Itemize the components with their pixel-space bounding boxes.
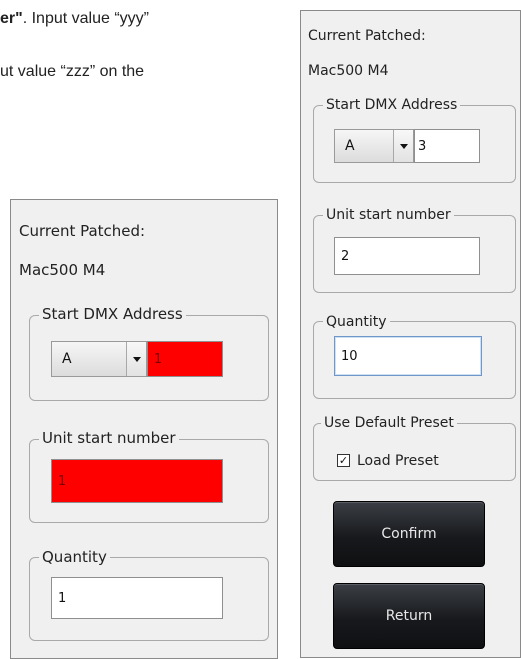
quantity-legend: Quantity — [323, 314, 390, 330]
start-dmx-legend: Start DMX Address — [39, 306, 186, 322]
preset-group — [313, 423, 516, 481]
left-patch-panel: Current Patched: Mac500 M4 Start DMX Add… — [10, 199, 278, 659]
confirm-button[interactable]: Confirm — [333, 501, 485, 567]
doc-text-line-1: er". Input value “yyy” — [0, 10, 149, 28]
universe-select-value: A — [62, 351, 72, 367]
dmx-address-input[interactable]: 1 — [147, 341, 223, 377]
load-preset-label[interactable]: Load Preset — [357, 453, 439, 469]
current-patched-label: Current Patched: — [308, 28, 426, 44]
unit-start-legend: Unit start number — [39, 430, 179, 446]
doc-text-rest: . Input value “yyy” — [22, 10, 149, 27]
return-button[interactable]: Return — [333, 583, 485, 649]
dropdown-arrow-icon[interactable] — [126, 342, 146, 376]
load-preset-checkbox[interactable]: ✓ — [337, 454, 350, 467]
right-patch-panel: Current Patched: Mac500 M4 Start DMX Add… — [300, 10, 521, 658]
quantity-input[interactable]: 10 — [334, 336, 482, 376]
quantity-legend: Quantity — [39, 549, 110, 565]
universe-select-value: A — [345, 138, 355, 154]
doc-text-bold: er" — [0, 10, 23, 27]
unit-start-input[interactable]: 1 — [51, 459, 223, 503]
doc-text-line-2: ut value “zzz” on the — [0, 63, 145, 80]
dmx-address-input[interactable]: 3 — [414, 129, 480, 163]
universe-select[interactable]: A — [334, 129, 414, 163]
current-patched-label: Current Patched: — [19, 222, 146, 240]
preset-legend: Use Default Preset — [321, 415, 457, 431]
dropdown-arrow-icon[interactable] — [393, 130, 413, 162]
unit-start-legend: Unit start number — [323, 207, 454, 223]
fixture-name: Mac500 M4 — [308, 63, 389, 79]
universe-select[interactable]: A — [51, 341, 147, 377]
quantity-input[interactable]: 1 — [51, 577, 223, 619]
unit-start-input[interactable]: 2 — [334, 237, 480, 275]
fixture-name: Mac500 M4 — [19, 261, 106, 279]
start-dmx-legend: Start DMX Address — [323, 97, 461, 113]
